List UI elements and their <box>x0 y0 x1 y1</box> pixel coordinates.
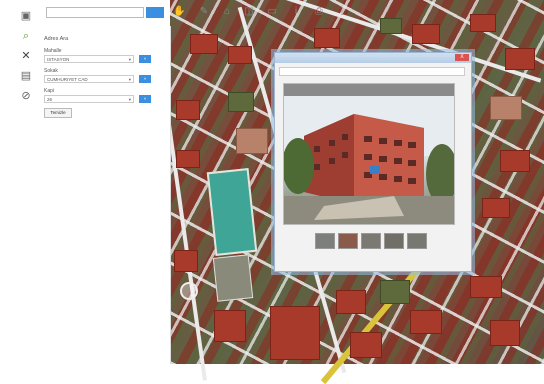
building <box>500 150 530 172</box>
panel-heading: Adres Ara <box>44 36 69 42</box>
building <box>214 310 246 342</box>
pan-control[interactable] <box>180 282 198 300</box>
building <box>174 250 198 272</box>
popup-address-bar[interactable] <box>279 67 465 76</box>
building <box>314 28 340 48</box>
search-input[interactable] <box>46 7 144 18</box>
building <box>490 320 520 346</box>
thumbnail[interactable] <box>361 233 381 249</box>
monitor-icon[interactable]: ▭ <box>266 6 278 18</box>
sports-court <box>206 168 258 256</box>
building <box>470 276 502 298</box>
search-icon[interactable]: ⌕ <box>20 30 32 42</box>
info-icon[interactable]: ⅰ <box>290 6 302 18</box>
school-yard <box>212 254 254 302</box>
building <box>236 128 268 154</box>
building <box>228 46 252 64</box>
building <box>270 306 320 360</box>
building <box>176 100 200 120</box>
compass-icon[interactable]: ⊘ <box>20 90 32 102</box>
clear-button[interactable]: Temizle <box>44 108 72 118</box>
pencil-icon[interactable]: ✎ <box>198 6 210 18</box>
photo-caption <box>284 84 454 96</box>
building <box>228 92 254 112</box>
thumbnail[interactable] <box>315 233 335 249</box>
field-label: Kapi <box>44 88 55 94</box>
street-go-button[interactable]: » <box>139 75 151 83</box>
building <box>410 310 442 334</box>
chevron-down-icon: ▾ <box>128 77 131 82</box>
chevron-down-icon: ▾ <box>128 97 131 102</box>
building <box>176 150 200 168</box>
popup-titlebar[interactable]: X <box>275 53 471 63</box>
document-icon[interactable]: ▤ <box>20 70 32 82</box>
neighborhood-select[interactable]: ISTASYON ▾ <box>44 55 134 63</box>
chevron-down-icon: ▾ <box>128 57 131 62</box>
building <box>336 290 366 314</box>
thumbnail[interactable] <box>384 233 404 249</box>
building <box>380 280 410 304</box>
window-icon[interactable]: ▣ <box>20 10 32 22</box>
building <box>482 198 510 218</box>
close-button[interactable]: X <box>455 54 469 61</box>
home-icon[interactable]: ⌂ <box>221 6 233 18</box>
building <box>505 48 535 70</box>
building-photo[interactable] <box>284 96 454 224</box>
thumbnail[interactable] <box>407 233 427 249</box>
door-number-go-button[interactable]: » <box>139 95 151 103</box>
top-toolbar: ✋ ✎ ⌂ ◫ ▭ ⅰ ⎙ ⋮ <box>38 0 544 26</box>
street-select[interactable]: CUMHURIYET CAD ▾ <box>44 75 134 83</box>
thumbnail[interactable] <box>338 233 358 249</box>
field-label: Sokak <box>44 68 58 74</box>
photo-popup-window[interactable]: X <box>274 52 472 272</box>
neighborhood-go-button[interactable]: » <box>139 55 151 63</box>
photo-viewer <box>283 83 455 225</box>
address-search-panel: Adres Ara Mahalle ISTASYON ▾ » Sokak CUMH… <box>38 26 171 364</box>
left-toolbar: ▣ ⌕ ✕ ▤ ⊘ <box>0 0 38 364</box>
close-icon[interactable]: ✕ <box>20 50 32 62</box>
door-number-select[interactable]: 26 ▾ <box>44 95 134 103</box>
building <box>350 332 382 358</box>
hand-icon[interactable]: ✋ <box>173 6 185 18</box>
building <box>190 34 218 54</box>
print-icon[interactable]: ⎙ <box>313 6 325 18</box>
building <box>490 96 522 120</box>
menu-dots-icon[interactable]: ⋮ <box>336 6 348 18</box>
building-photo-image <box>284 96 454 224</box>
building <box>412 24 440 44</box>
search-button[interactable] <box>146 7 164 18</box>
layers-icon[interactable]: ◫ <box>243 6 255 18</box>
field-label: Mahalle <box>44 48 62 54</box>
